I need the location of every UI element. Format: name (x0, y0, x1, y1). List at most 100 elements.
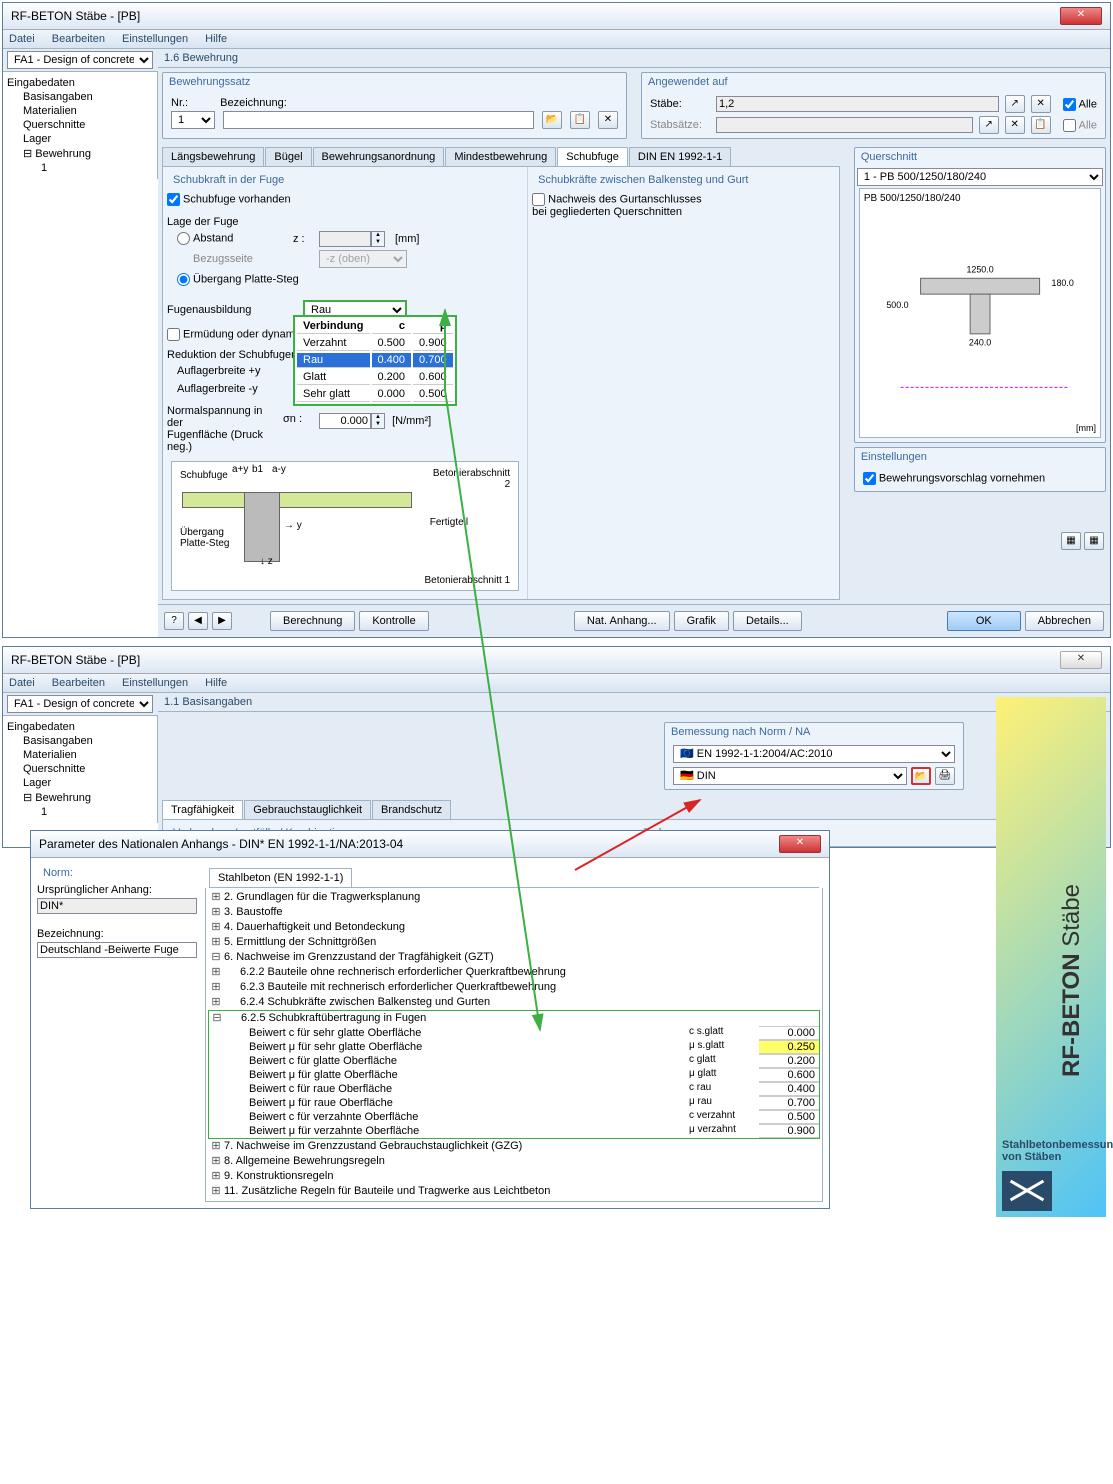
group-einstellungen: Einstellungen Bewehrungsvorschlag vorneh… (854, 447, 1106, 492)
window-title-2: RF-BETON Stäbe - [PB] (11, 653, 140, 667)
schubfuge-vorhanden-check[interactable] (167, 193, 180, 206)
pick-icon[interactable]: ↗ (1005, 95, 1025, 113)
copy-icon[interactable]: 📋 (570, 111, 590, 129)
menu-file[interactable]: Datei (9, 33, 35, 45)
fugen-dropdown-table[interactable]: Verbindungcμ Verzahnt0.5000.900 Rau0.400… (293, 315, 457, 406)
tree-querschnitte[interactable]: Querschnitte (7, 118, 153, 132)
open-icon[interactable]: 📂 (542, 111, 562, 129)
na-bez-input[interactable] (37, 942, 197, 958)
group-querschnitt: Querschnitt 1 - PB 500/1250/180/240 PB 5… (854, 147, 1106, 443)
titlebar-1: RF-BETON Stäbe - [PB] ✕ (3, 3, 1110, 30)
menu-bar: Datei Bearbeiten Einstellungen Hilfe (3, 30, 1110, 49)
menu-bar-2: Datei Bearbeiten Einstellungen Hilfe (3, 674, 1110, 693)
window-upper: RF-BETON Stäbe - [PB] ✕ Datei Bearbeiten… (2, 2, 1111, 638)
button-row: ? ◀ ▶ Berechnung Kontrolle Nat. Anhang..… (158, 604, 1110, 637)
menu-edit[interactable]: Bearbeiten (52, 33, 105, 45)
svg-text:180.0: 180.0 (1051, 278, 1073, 288)
na-dialog: Parameter des Nationalen Anhangs - DIN* … (30, 830, 830, 1209)
toolbtn-1[interactable]: ▦ (1061, 532, 1081, 550)
svg-text:240.0: 240.0 (969, 338, 991, 348)
schubfuge-diagram: Schubfuge a+y b1 a-y Betonierabschnitt 2… (171, 461, 519, 591)
tree-bewehrung-1[interactable]: 1 (7, 161, 153, 175)
bezeichnung-input[interactable] (223, 111, 534, 129)
natanhang-button[interactable]: Nat. Anhang... (574, 611, 670, 631)
section-title: 1.6 Bewehrung (158, 49, 1110, 68)
na-param-tree[interactable]: ⊞2. Grundlagen für die Tragwerksplanung … (205, 888, 823, 1202)
stabsaetze-input[interactable] (716, 117, 973, 133)
help-icon[interactable]: ? (164, 612, 184, 630)
tree-lager[interactable]: Lager (7, 132, 153, 146)
svg-text:1250.0: 1250.0 (966, 264, 993, 274)
gurtanschluss-check[interactable] (532, 193, 545, 206)
tab-gebr[interactable]: Gebrauchstauglichkeit (244, 800, 371, 819)
menu-help-2[interactable]: Hilfe (205, 677, 227, 689)
prev-icon[interactable]: ◀ (188, 612, 208, 630)
menu-settings-2[interactable]: Einstellungen (122, 677, 188, 689)
berechnung-button[interactable]: Berechnung (270, 611, 355, 631)
norm-select[interactable]: 🇪🇺 EN 1992-1-1:2004/AC:2010 (673, 745, 955, 763)
na-titlebar: Parameter des Nationalen Anhangs - DIN* … (31, 831, 829, 858)
tab-din[interactable]: DIN EN 1992-1-1 (629, 147, 731, 166)
tabs-row: Längsbewehrung Bügel Bewehrungsanordnung… (162, 147, 840, 167)
sigman-input[interactable] (319, 413, 371, 429)
tab-brand[interactable]: Brandschutz (372, 800, 451, 819)
ok-button[interactable]: OK (947, 611, 1021, 631)
menu-edit-2[interactable]: Bearbeiten (52, 677, 105, 689)
tab-buegel[interactable]: Bügel (265, 147, 311, 166)
pick2-icon[interactable]: ↗ (979, 116, 999, 134)
bezugsseite-select[interactable]: -z (oben) (319, 250, 407, 268)
na-select[interactable]: 🇩🇪 DIN (673, 767, 907, 785)
cross-section-view: PB 500/1250/180/240 1250.0 180.0 500.0 2… (859, 188, 1101, 438)
tree-root[interactable]: Eingabedaten (7, 76, 153, 90)
delete-icon[interactable]: ✕ (598, 111, 618, 129)
tab-anordnung[interactable]: Bewehrungsanordnung (313, 147, 445, 166)
brand-panel: RF-BETON Stäbe Stahlbetonbemessung von S… (996, 697, 1106, 1217)
alle-stabsaetze-check[interactable] (1063, 119, 1076, 132)
group-angewendet: Angewendet auf Stäbe: ↗ ✕ Alle Stabsätze… (641, 72, 1106, 139)
close-icon[interactable]: ✕ (1060, 7, 1102, 25)
extra-icon[interactable]: 📋 (1031, 116, 1051, 134)
nav-tree-2: Eingabedaten Basisangaben Materialien Qu… (3, 716, 158, 823)
menu-file-2[interactable]: Datei (9, 677, 35, 689)
na-tab-stahlbeton[interactable]: Stahlbeton (EN 1992-1-1) (209, 868, 352, 887)
nr-select[interactable]: 1 (171, 111, 215, 129)
clear-icon[interactable]: ✕ (1031, 95, 1051, 113)
next-icon[interactable]: ▶ (212, 612, 232, 630)
clear2-icon[interactable]: ✕ (1005, 116, 1025, 134)
toolbtn-2[interactable]: ▦ (1084, 532, 1104, 550)
group-bewehrungssatz: Bewehrungssatz Nr.: Bezeichnung: 1 📂 📋 ✕ (162, 72, 627, 139)
details-button[interactable]: Details... (733, 611, 802, 631)
anhang-input[interactable] (37, 898, 197, 914)
tab-tragf[interactable]: Tragfähigkeit (162, 800, 243, 819)
abstand-radio[interactable] (177, 232, 190, 245)
case-combo-2[interactable]: FA1 - Design of concrete memb (7, 695, 153, 713)
z-input[interactable] (319, 231, 371, 247)
menu-settings[interactable]: Einstellungen (122, 33, 188, 45)
window-title: RF-BETON Stäbe - [PB] (11, 9, 140, 23)
querschnitt-select[interactable]: 1 - PB 500/1250/180/240 (857, 168, 1103, 186)
na-print-icon[interactable]: 🖨 (935, 767, 955, 785)
tree-bewehrung[interactable]: ⊟ Bewehrung (7, 146, 153, 161)
tree-materialien[interactable]: Materialien (7, 104, 153, 118)
kontrolle-button[interactable]: Kontrolle (359, 611, 428, 631)
na-edit-icon[interactable]: 📂 (911, 767, 931, 785)
na-close-icon[interactable]: ✕ (779, 835, 821, 853)
case-combo[interactable]: FA1 - Design of concrete memb (7, 51, 153, 69)
combo-bar: FA1 - Design of concrete memb (3, 49, 158, 72)
staebe-input[interactable] (716, 96, 999, 112)
nav-tree: Eingabedaten Basisangaben Materialien Qu… (3, 72, 158, 179)
grafik-button[interactable]: Grafik (674, 611, 729, 631)
ermuedung-check[interactable] (167, 328, 180, 341)
abbrechen-button[interactable]: Abbrechen (1025, 611, 1104, 631)
close-icon-2[interactable]: ✕ (1060, 651, 1102, 669)
tab-mindest[interactable]: Mindestbewehrung (445, 147, 556, 166)
tree-basisangaben[interactable]: Basisangaben (7, 90, 153, 104)
tab-laengsbewehrung[interactable]: Längsbewehrung (162, 147, 264, 166)
group-bemessung: Bemessung nach Norm / NA 🇪🇺 EN 1992-1-1:… (664, 722, 964, 790)
tab-schubfuge[interactable]: Schubfuge (557, 147, 628, 166)
vorschlag-check[interactable] (863, 472, 876, 485)
menu-help[interactable]: Hilfe (205, 33, 227, 45)
window-lower: RF-BETON Stäbe - [PB] ✕ Datei Bearbeiten… (2, 646, 1111, 848)
alle-staebe-check[interactable] (1063, 98, 1076, 111)
uebergang-radio[interactable] (177, 273, 190, 286)
